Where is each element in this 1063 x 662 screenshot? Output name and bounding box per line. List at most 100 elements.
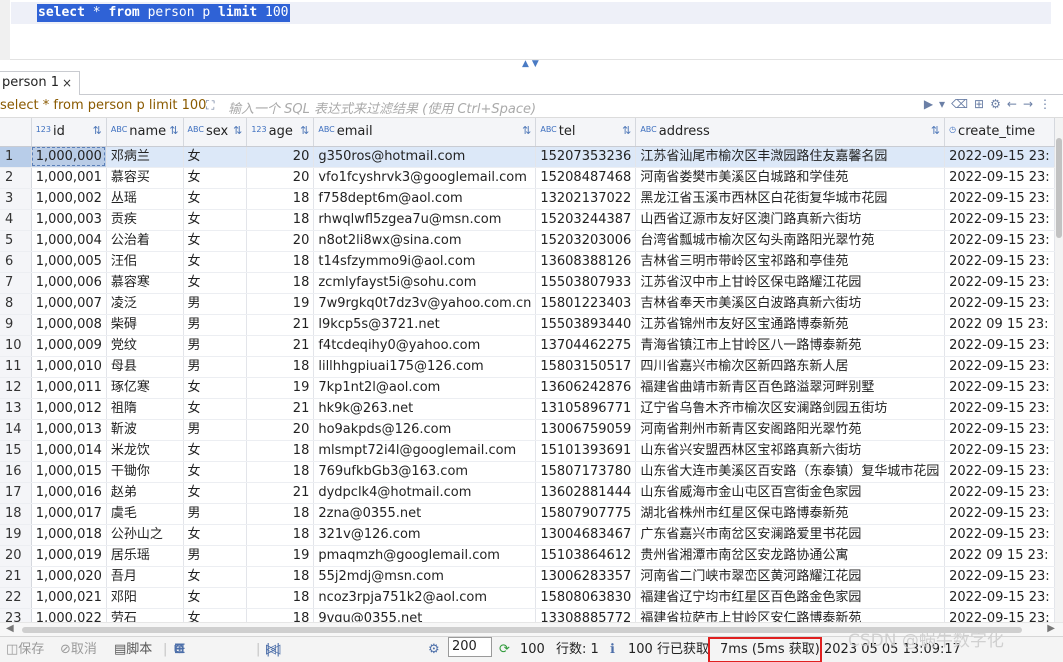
- forward-icon[interactable]: →: [1023, 97, 1039, 111]
- address-cell[interactable]: 四川省嘉兴市榆次区新四路东新人居: [635, 356, 946, 378]
- tel-cell[interactable]: 13006283357: [535, 566, 637, 588]
- email-cell[interactable]: vfo1fcyshrvk3@googlemail.com: [313, 167, 537, 189]
- id-cell[interactable]: 1,000,014: [31, 440, 107, 462]
- column-header-email[interactable]: ABC email ⇅: [313, 118, 537, 147]
- name-cell[interactable]: 汪佀: [106, 251, 184, 273]
- address-cell[interactable]: 山东省大连市美溪区百安路（东泰镇）复华城市花园: [635, 461, 946, 483]
- id-cell[interactable]: 1,000,011: [31, 377, 107, 399]
- cancel-button[interactable]: ⊘ 取消: [60, 637, 97, 662]
- age-cell[interactable]: 18: [246, 587, 315, 609]
- name-cell[interactable]: 邓病兰: [106, 146, 184, 168]
- address-cell[interactable]: 山西省辽源市友好区澳门路真新六街坊: [635, 209, 946, 231]
- age-cell[interactable]: 20: [246, 167, 315, 189]
- name-cell[interactable]: 干锄你: [106, 461, 184, 483]
- tel-cell[interactable]: 15808063830: [535, 587, 637, 609]
- name-cell[interactable]: 慕容买: [106, 167, 184, 189]
- id-cell[interactable]: 1,000,012: [31, 398, 107, 420]
- email-cell[interactable]: 769ufkbGb3@163.com: [313, 461, 537, 483]
- scroll-thumb[interactable]: [1056, 138, 1062, 238]
- id-cell[interactable]: 1,000,010: [31, 356, 107, 378]
- email-cell[interactable]: 7kp1nt2l@aol.com: [313, 377, 537, 399]
- create-time-cell[interactable]: 2022 09 15 23:: [944, 314, 1055, 336]
- tel-cell[interactable]: 15503807933: [535, 272, 637, 294]
- email-cell[interactable]: rhwqlwfl5zgea7u@msn.com: [313, 209, 537, 231]
- name-cell[interactable]: 米龙饮: [106, 440, 184, 462]
- id-cell[interactable]: 1,000,015: [31, 461, 107, 483]
- column-header-tel[interactable]: ABC tel ⇅: [535, 118, 637, 147]
- sex-cell[interactable]: 男: [183, 503, 248, 525]
- history-icon[interactable]: ▾: [939, 97, 951, 111]
- age-cell[interactable]: 21: [246, 335, 315, 357]
- erase-icon[interactable]: ⌫: [951, 97, 974, 111]
- tel-cell[interactable]: 15203203006: [535, 230, 637, 252]
- tel-cell[interactable]: 15101393691: [535, 440, 637, 462]
- save-filter-icon[interactable]: ⊞: [974, 97, 990, 111]
- id-cell[interactable]: 1,000,017: [31, 503, 107, 525]
- table-row[interactable]: 17 1,000,016 赵弟女 21 dydpclk4@hotmail.com 1360…: [0, 482, 1055, 504]
- sex-cell[interactable]: 女: [183, 482, 248, 504]
- name-cell[interactable]: 公治着: [106, 230, 184, 252]
- email-cell[interactable]: g350ros@hotmail.com: [313, 146, 537, 168]
- age-cell[interactable]: 19: [246, 377, 315, 399]
- name-cell[interactable]: 邓阳: [106, 587, 184, 609]
- last-page-icon[interactable]: ▷|: [266, 637, 280, 662]
- create-time-cell[interactable]: 2022-09-15 23:: [944, 566, 1055, 588]
- table-row[interactable]: 19 1,000,018 公孙山之女 18 321v@126.com 1300468346…: [0, 524, 1055, 546]
- table-row[interactable]: 22 1,000,021 邓阳女 18 ncoz3rpja751k2@aol.com 15…: [0, 587, 1055, 609]
- name-cell[interactable]: 吾月: [106, 566, 184, 588]
- sex-cell[interactable]: 女: [183, 188, 248, 210]
- sex-cell[interactable]: 男: [183, 545, 248, 567]
- age-cell[interactable]: 18: [246, 461, 315, 483]
- config-icon[interactable]: ⚙: [990, 97, 1007, 111]
- sex-cell[interactable]: 女: [183, 377, 248, 399]
- tel-cell[interactable]: 15208487468: [535, 167, 637, 189]
- create-time-cell[interactable]: 2022-09-15 23:: [944, 167, 1055, 189]
- create-time-cell[interactable]: 2022-09-15 23:: [944, 608, 1055, 622]
- table-row[interactable]: 2 1,000,001 慕容买女 20 vfo1fcyshrvk3@googlemail…: [0, 167, 1055, 189]
- sex-cell[interactable]: 女: [183, 146, 248, 168]
- table-row[interactable]: 20 1,000,019 居乐瑶男 19 pmaqmzh@googlemail.com 1…: [0, 545, 1055, 567]
- id-cell[interactable]: 1,000,018: [31, 524, 107, 546]
- create-time-cell[interactable]: 2022-09-15 23:: [944, 335, 1055, 357]
- table-row[interactable]: 23 1,000,022 劳石女 18 9vqu@0355.net 13308885772…: [0, 608, 1055, 622]
- table-row[interactable]: 1 1,000,000 邓病兰女 20 g350ros@hotmail.com 15207…: [0, 146, 1055, 168]
- email-cell[interactable]: ncoz3rpja751k2@aol.com: [313, 587, 537, 609]
- tel-cell[interactable]: 15807907775: [535, 503, 637, 525]
- table-row[interactable]: 10 1,000,009 党纹男 21 f4tcdeqihy0@yahoo.com 137…: [0, 335, 1055, 357]
- age-cell[interactable]: 18: [246, 272, 315, 294]
- sort-icon[interactable]: ⇅: [522, 124, 531, 137]
- table-row[interactable]: 5 1,000,004 公治着女 20 n8ot2li8wx@sina.com 15203…: [0, 230, 1055, 252]
- create-time-cell[interactable]: 2022-09-15 23:: [944, 188, 1055, 210]
- sex-cell[interactable]: 男: [183, 314, 248, 336]
- sort-icon[interactable]: ⇅: [300, 124, 309, 137]
- table-row[interactable]: 9 1,000,008 柴碍男 21 l9kcp5s@3721.net 155038934…: [0, 314, 1055, 336]
- age-cell[interactable]: 18: [246, 188, 315, 210]
- sex-cell[interactable]: 女: [183, 587, 248, 609]
- tel-cell[interactable]: 15207353236: [535, 146, 637, 168]
- address-cell[interactable]: 河南省二门峡市翠峦区黄河路耀江花园: [635, 566, 946, 588]
- sort-icon[interactable]: ⇅: [169, 124, 178, 137]
- table-row[interactable]: 8 1,000,007 凌泛男 19 7w9rgkq0t7dz3v@yahoo.com.…: [0, 293, 1055, 315]
- address-cell[interactable]: 福建省拉萨市上甘岭区安仁路博泰新苑: [635, 608, 946, 622]
- email-cell[interactable]: dydpclk4@hotmail.com: [313, 482, 537, 504]
- email-cell[interactable]: 55j2mdj@msn.com: [313, 566, 537, 588]
- age-cell[interactable]: 21: [246, 398, 315, 420]
- tel-cell[interactable]: 15801223403: [535, 293, 637, 315]
- name-cell[interactable]: 丛瑶: [106, 188, 184, 210]
- id-cell[interactable]: 1,000,007: [31, 293, 107, 315]
- email-cell[interactable]: ho9akpds@126.com: [313, 419, 537, 441]
- column-header-address[interactable]: ABC address ⇅: [635, 118, 946, 147]
- sex-cell[interactable]: 女: [183, 461, 248, 483]
- address-cell[interactable]: 河南省荆州市新青区安阁路阳光翠竹苑: [635, 419, 946, 441]
- sex-cell[interactable]: 女: [183, 440, 248, 462]
- email-cell[interactable]: 2zna@0355.net: [313, 503, 537, 525]
- create-time-cell[interactable]: 2022-09-15 23:: [944, 587, 1055, 609]
- apply-filter-icon[interactable]: ▶: [924, 97, 939, 111]
- refresh-icon[interactable]: ⟳: [499, 637, 510, 662]
- tel-cell[interactable]: 15807173780: [535, 461, 637, 483]
- sort-icon[interactable]: ⇅: [93, 124, 102, 137]
- name-cell[interactable]: 劳石: [106, 608, 184, 622]
- age-cell[interactable]: 18: [246, 440, 315, 462]
- email-cell[interactable]: 9vqu@0355.net: [313, 608, 537, 622]
- age-cell[interactable]: 18: [246, 524, 315, 546]
